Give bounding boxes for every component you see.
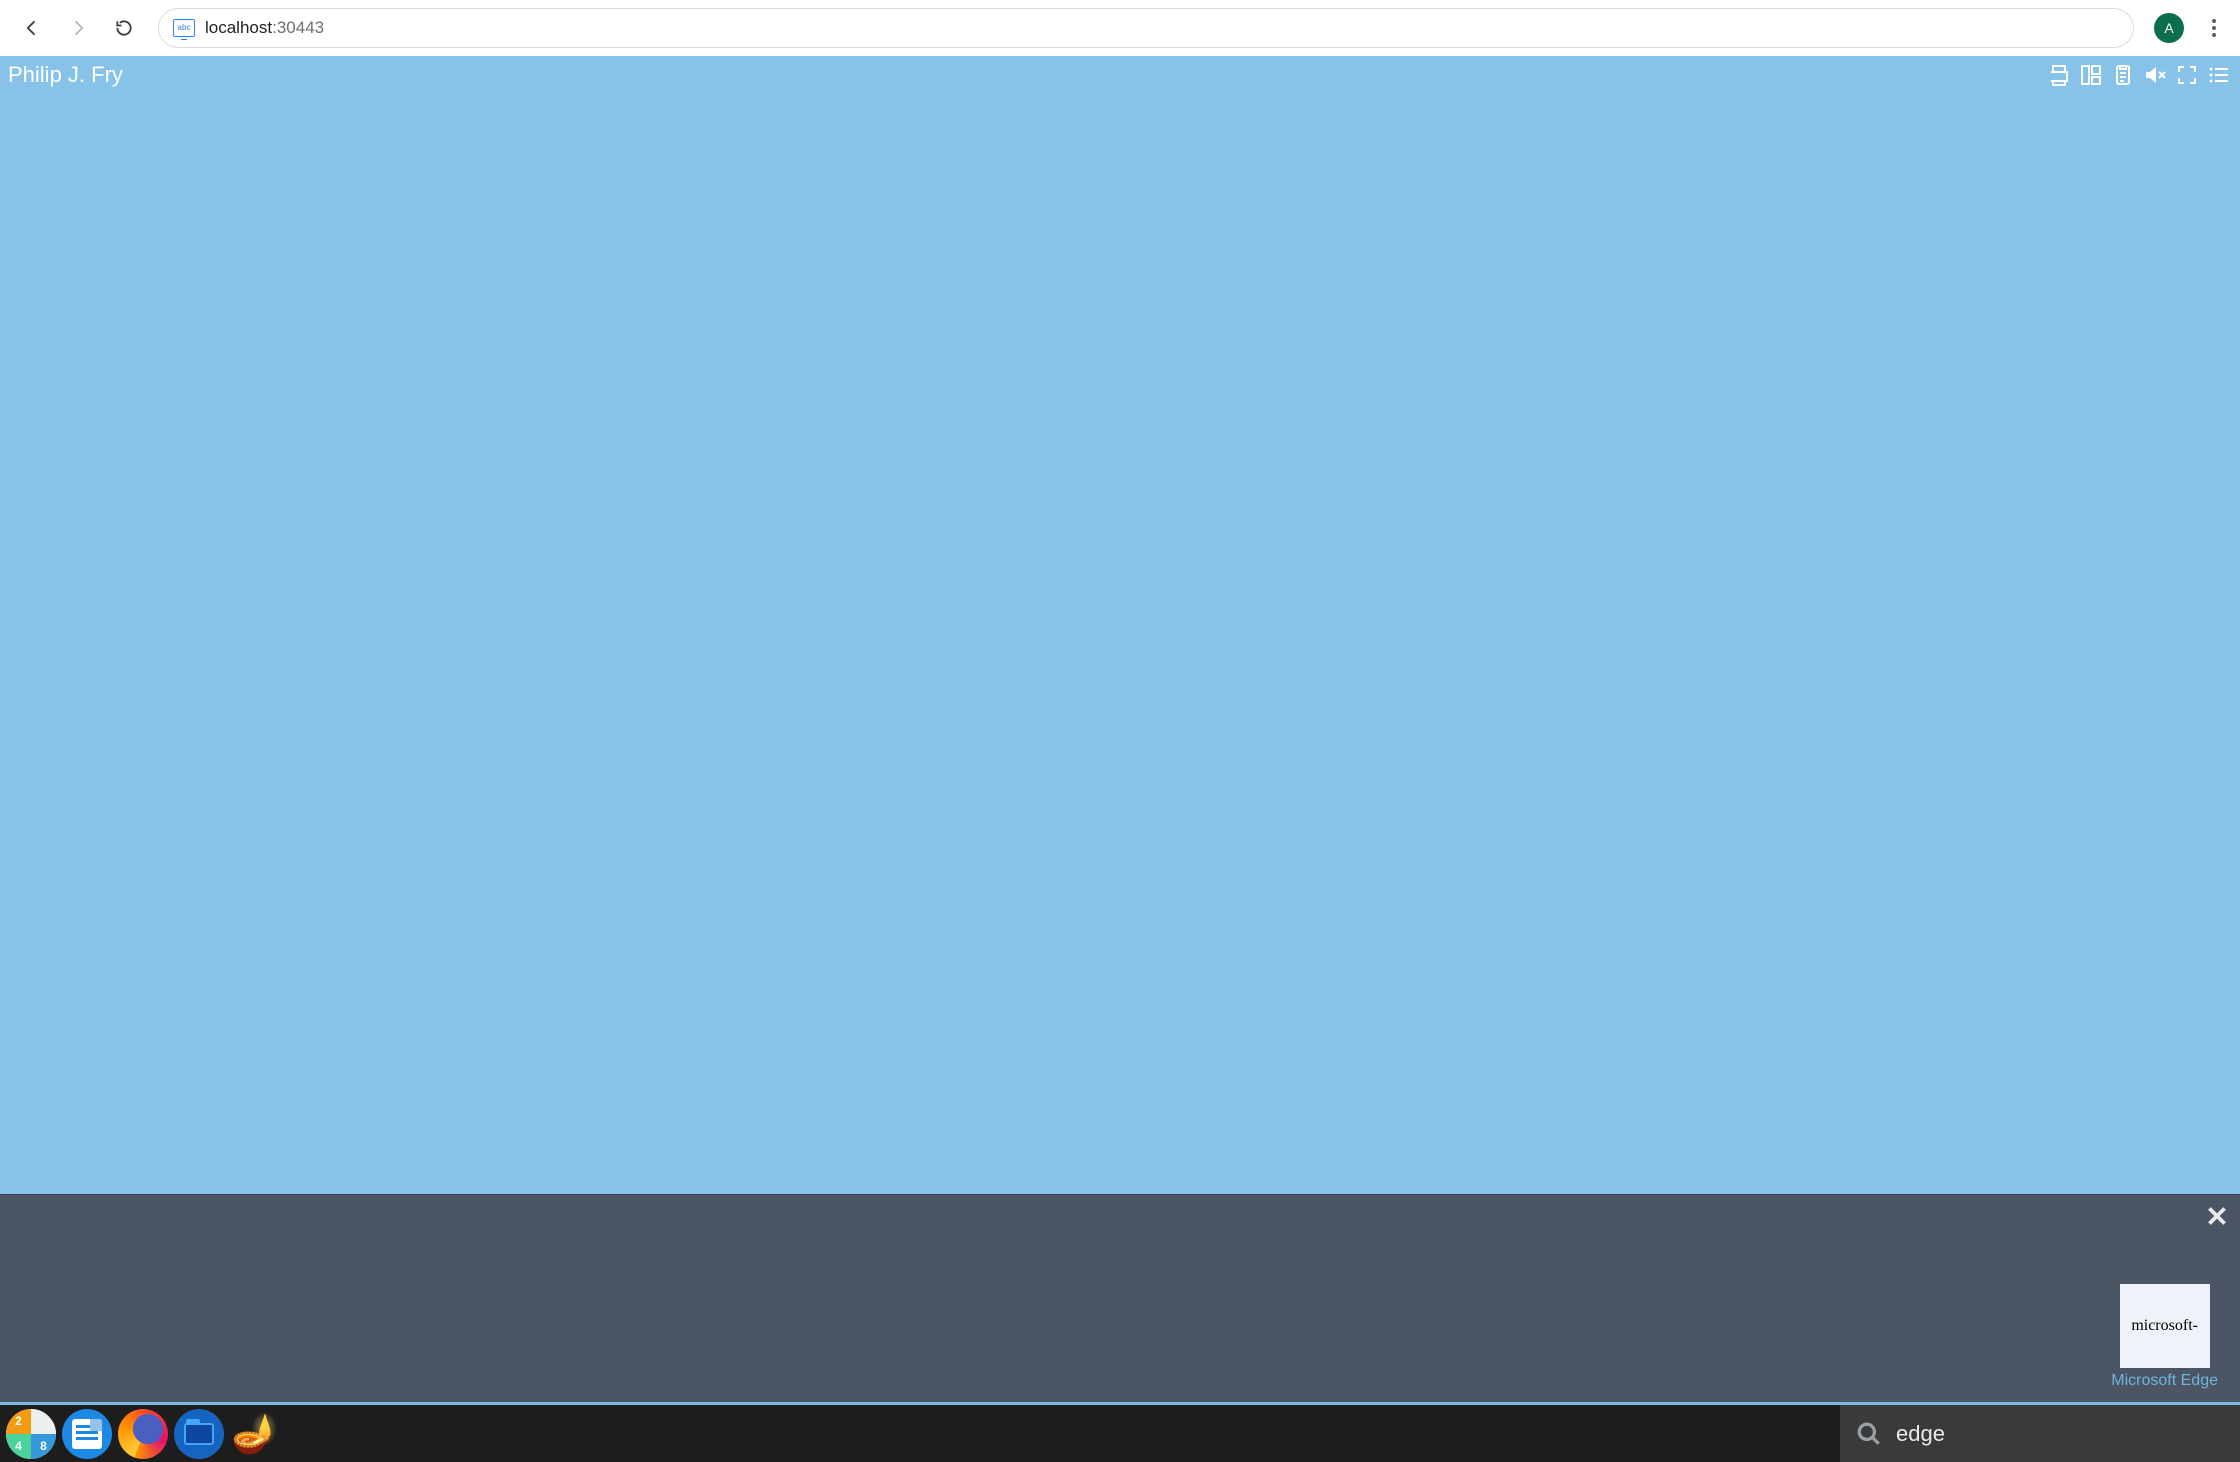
- remote-user-name: Philip J. Fry: [8, 62, 123, 88]
- close-icon[interactable]: [2204, 1203, 2230, 1234]
- clipboard-icon[interactable]: [2110, 62, 2136, 88]
- profile-avatar[interactable]: A: [2154, 13, 2184, 43]
- start-search-panel: microsoft- Microsoft Edge: [0, 1194, 2240, 1402]
- taskbar-app-lamp[interactable]: 🪔: [228, 1407, 282, 1461]
- browser-menu-button[interactable]: [2202, 19, 2226, 37]
- page-viewport: Philip J. Fry: [0, 56, 2240, 1462]
- taskbar-search-input[interactable]: [1896, 1421, 2224, 1447]
- genie-lamp-icon: 🪔: [231, 1415, 278, 1453]
- site-info-icon[interactable]: abc: [173, 19, 195, 37]
- url-port: :30443: [272, 18, 324, 37]
- taskbar-app-files[interactable]: [172, 1407, 226, 1461]
- remote-desktop-wallpaper[interactable]: Philip J. Fry: [0, 56, 2240, 1194]
- reload-button[interactable]: [106, 10, 142, 46]
- launcher-quadrant-4: 8: [31, 1434, 56, 1459]
- remote-desktop-header: Philip J. Fry: [0, 60, 2240, 90]
- address-bar[interactable]: abc localhost:30443: [158, 8, 2134, 48]
- fullscreen-icon[interactable]: [2174, 62, 2200, 88]
- back-button[interactable]: [14, 10, 50, 46]
- url-host: localhost: [205, 18, 272, 37]
- browser-toolbar: abc localhost:30443 A: [0, 0, 2240, 56]
- taskbar-app-firefox[interactable]: [116, 1407, 170, 1461]
- volume-muted-icon[interactable]: [2142, 62, 2168, 88]
- launcher-quadrant-3: 4: [6, 1434, 31, 1459]
- taskbar-search[interactable]: [1840, 1405, 2240, 1462]
- search-result-label[interactable]: Microsoft Edge: [2111, 1372, 2218, 1390]
- launcher-quadrant-1: 2: [6, 1409, 31, 1434]
- taskbar: 2 4 8 🪔: [0, 1402, 2240, 1462]
- search-icon: [1856, 1421, 1882, 1447]
- app-launcher-button[interactable]: 2 4 8: [4, 1407, 58, 1461]
- forward-button: [60, 10, 96, 46]
- search-result-item[interactable]: microsoft- Microsoft Edge: [2111, 1284, 2218, 1390]
- print-icon[interactable]: [2046, 62, 2072, 88]
- layout-grid-icon[interactable]: [2078, 62, 2104, 88]
- taskbar-app-documents[interactable]: [60, 1407, 114, 1461]
- menu-list-icon[interactable]: [2206, 62, 2232, 88]
- launcher-quadrant-2: [31, 1409, 56, 1434]
- search-result-tile[interactable]: microsoft-: [2120, 1284, 2210, 1368]
